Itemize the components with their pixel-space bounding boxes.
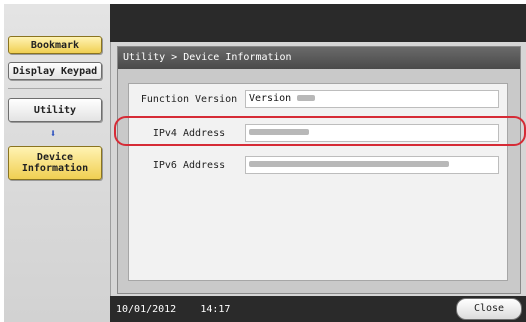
ipv6-address-label: IPv6 Address (152, 160, 226, 171)
window-title: Utility > Device Information (118, 47, 520, 69)
info-panel: Function Version Version IPv4 Address IP… (128, 83, 508, 281)
down-arrow-icon: ⬇ (49, 127, 57, 140)
bookmark-button[interactable]: Bookmark (8, 36, 102, 54)
ipv4-highlight-outline (114, 116, 526, 146)
redacted-text (249, 161, 449, 167)
display-keypad-button[interactable]: Display Keypad (8, 62, 102, 80)
time-text: 14:17 (200, 304, 231, 315)
device-information-button[interactable]: Device Information (8, 146, 102, 180)
utility-button-label: Utility (33, 104, 77, 116)
sidebar-divider (8, 88, 102, 89)
ipv6-address-value (245, 156, 499, 174)
top-status-bar (110, 4, 526, 42)
display-keypad-button-label: Display Keypad (12, 65, 98, 77)
bookmark-button-label: Bookmark (30, 39, 80, 51)
device-information-button-label: Device Information (21, 152, 89, 174)
function-version-label: Function Version (140, 94, 238, 105)
device-information-window: Utility > Device Information Function Ve… (117, 46, 521, 294)
utility-button[interactable]: Utility (8, 98, 102, 122)
redacted-text (297, 95, 316, 101)
date-text: 10/01/2012 (116, 304, 177, 315)
close-button[interactable]: Close (456, 298, 522, 320)
function-version-value: Version (245, 90, 499, 108)
close-button-label: Close (473, 303, 505, 314)
date-time: 10/01/2012 14:17 (116, 304, 230, 315)
